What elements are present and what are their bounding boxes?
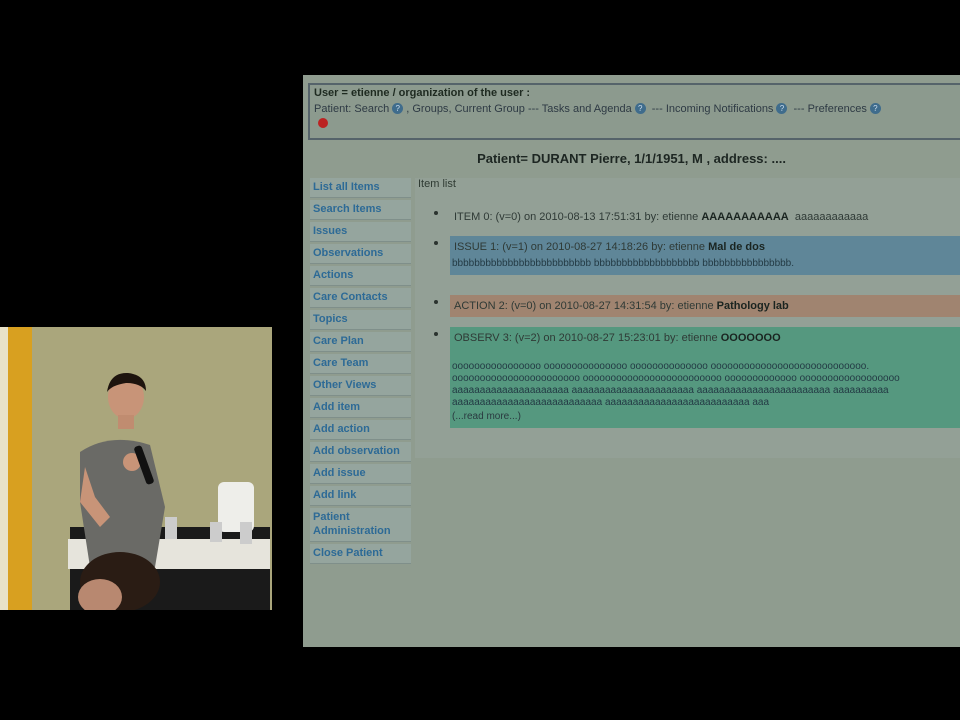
- nav-current-group-link[interactable]: Current Group: [455, 103, 525, 115]
- sidebar-item-search-items[interactable]: Search Items: [310, 200, 411, 220]
- logout-icon[interactable]: [318, 118, 328, 128]
- sidebar-item-care-contacts[interactable]: Care Contacts: [310, 288, 411, 308]
- nav-prefix: Patient:: [314, 103, 352, 115]
- patient-title: Patient= DURANT Pierre, 1/1/1951, M , ad…: [477, 151, 786, 166]
- item-title-link[interactable]: Mal de dos: [708, 241, 765, 253]
- sidebar-item-topics[interactable]: Topics: [310, 310, 411, 330]
- sidebar-item-add-item[interactable]: Add item: [310, 398, 411, 418]
- separator: ---: [793, 103, 805, 115]
- item-header: ACTION 2: (v=0) on 2010-08-27 14:31:54 b…: [454, 300, 714, 312]
- list-item: ITEM 0: (v=0) on 2010-08-13 17:51:31 by:…: [434, 206, 960, 228]
- sidebar-item-add-observation[interactable]: Add observation: [310, 442, 411, 462]
- nav-search-link[interactable]: Search: [354, 103, 389, 115]
- speaker-video: [0, 327, 272, 610]
- projected-screen: User = etienne / organization of the use…: [303, 75, 960, 647]
- read-more-link[interactable]: (...read more...): [450, 411, 960, 428]
- nav-tasks-link[interactable]: Tasks and Agenda: [542, 103, 632, 115]
- sidebar-item-add-link[interactable]: Add link: [310, 486, 411, 506]
- sidebar-item-add-action[interactable]: Add action: [310, 420, 411, 440]
- sidebar-item-close-patient[interactable]: Close Patient: [310, 544, 411, 564]
- item-title-link[interactable]: Pathology lab: [717, 300, 789, 312]
- nav-preferences-link[interactable]: Preferences: [808, 103, 867, 115]
- help-icon[interactable]: ?: [776, 103, 788, 114]
- bullet: [434, 211, 438, 215]
- bullet: [434, 241, 438, 245]
- help-icon[interactable]: ?: [392, 103, 404, 114]
- item-body: oooooooooooooooo ooooooooooooooo ooooooo…: [452, 361, 900, 408]
- nav-groups-link[interactable]: Groups: [412, 103, 448, 115]
- list-item: OBSERV 3: (v=2) on 2010-08-27 15:23:01 b…: [434, 327, 960, 428]
- item-list-label: Item list: [418, 178, 456, 190]
- speaker-photo: [0, 327, 272, 610]
- sidebar-item-add-issue[interactable]: Add issue: [310, 464, 411, 484]
- item-extra: aaaaaaaaaaaa: [794, 211, 869, 223]
- sidebar-item-other-views[interactable]: Other Views: [310, 376, 411, 396]
- nav-notifications-link[interactable]: Incoming Notifications: [666, 103, 774, 115]
- main-nav: Patient: Search?, Groups, Current Group …: [314, 103, 960, 115]
- item-header: ISSUE 1: (v=1) on 2010-08-27 14:18:26 by…: [454, 241, 706, 253]
- bullet: [434, 332, 438, 336]
- sidebar-item-care-team[interactable]: Care Team: [310, 354, 411, 374]
- user-line: User = etienne / organization of the use…: [314, 87, 531, 99]
- sidebar-item-patient-administration[interactable]: Patient Administration: [310, 508, 411, 542]
- list-item: ACTION 2: (v=0) on 2010-08-27 14:31:54 b…: [434, 295, 960, 317]
- sidebar: List all Items Search Items Issues Observat…: [310, 178, 411, 566]
- bullet: [434, 300, 438, 304]
- list-item: ISSUE 1: (v=1) on 2010-08-27 14:18:26 by…: [434, 236, 960, 275]
- item-body: bbbbbbbbbbbbbbbbbbbbbbbbb bbbbbbbbbbbbbb…: [452, 258, 795, 269]
- sidebar-item-issues[interactable]: Issues: [310, 222, 411, 242]
- item-header: ITEM 0: (v=0) on 2010-08-13 17:51:31 by:…: [454, 211, 699, 223]
- item-header: OBSERV 3: (v=2) on 2010-08-27 15:23:01 b…: [454, 332, 718, 344]
- item-title-link[interactable]: AAAAAAAAAAA: [701, 211, 788, 223]
- sidebar-item-actions[interactable]: Actions: [310, 266, 411, 286]
- help-icon[interactable]: ?: [869, 103, 881, 114]
- separator: ---: [527, 103, 539, 115]
- separator: ---: [651, 103, 663, 115]
- sidebar-item-observations[interactable]: Observations: [310, 244, 411, 264]
- item-title-link[interactable]: OOOOOOO: [721, 332, 781, 344]
- sidebar-item-care-plan[interactable]: Care Plan: [310, 332, 411, 352]
- item-list-panel: Item list ITEM 0: (v=0) on 2010-08-13 17…: [415, 178, 960, 458]
- sidebar-item-list-all-items[interactable]: List all Items: [310, 178, 411, 198]
- top-bar: User = etienne / organization of the use…: [308, 83, 960, 140]
- help-icon[interactable]: ?: [634, 103, 646, 114]
